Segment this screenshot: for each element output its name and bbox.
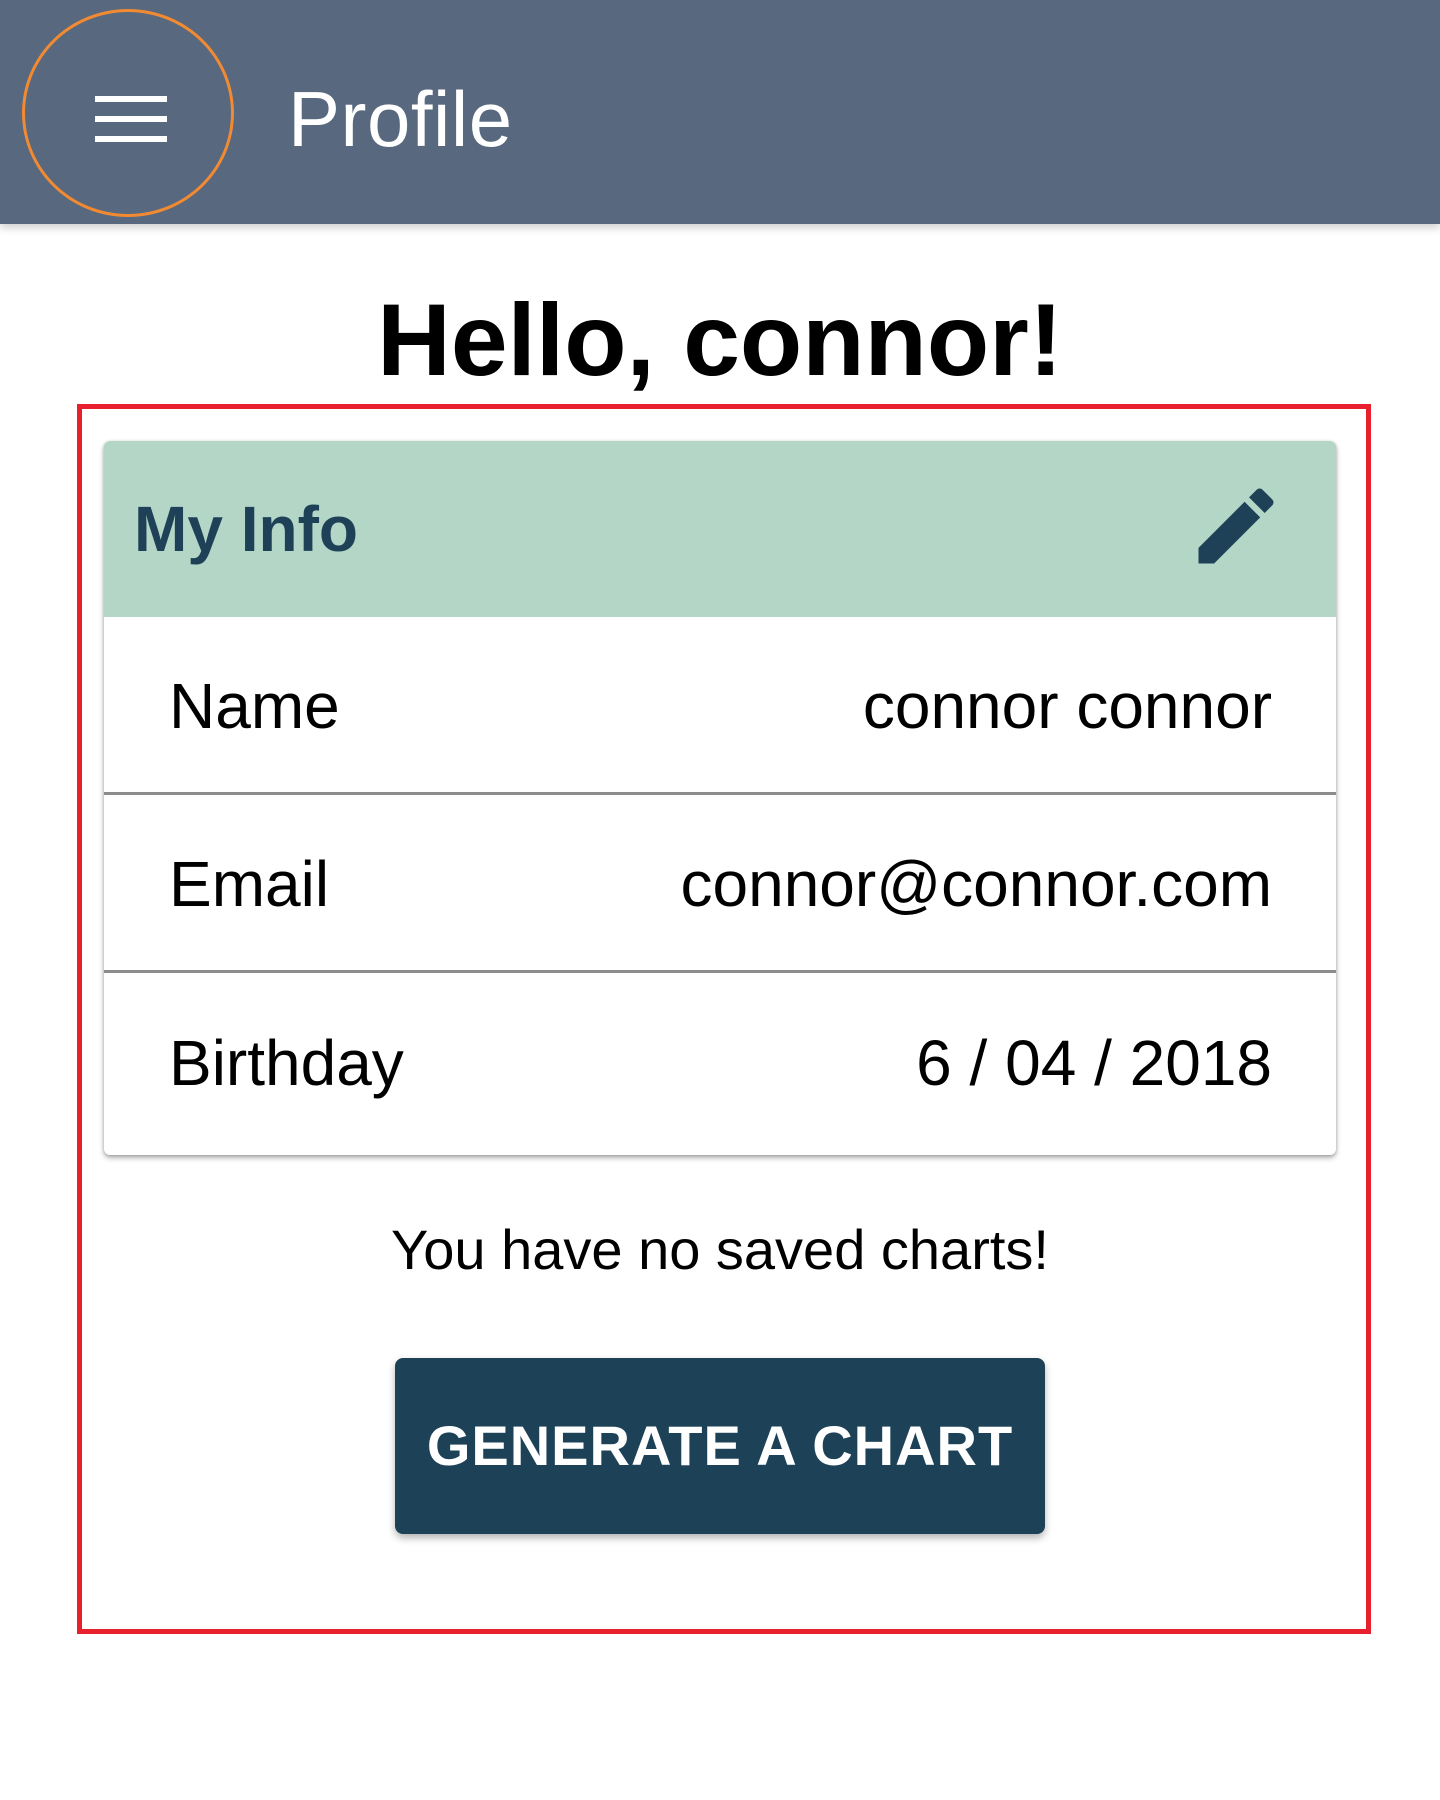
app-bar: Profile [0, 0, 1440, 224]
name-label: Name [169, 670, 340, 742]
greeting-heading: Hello, connor! [377, 283, 1063, 397]
info-row-name: Name connor connor [104, 617, 1336, 795]
card-title: My Info [134, 493, 358, 565]
app-title: Profile [288, 75, 513, 163]
card-header: My Info [104, 441, 1336, 617]
name-value: connor connor [862, 670, 1272, 742]
birthday-value: 6 / 04 / 2018 [916, 1027, 1272, 1099]
info-row-birthday: Birthday 6 / 04 / 2018 [104, 974, 1336, 1152]
info-row-email: Email connor@connor.com [104, 795, 1336, 973]
no-charts-message: You have no saved charts! [391, 1218, 1049, 1281]
menu-button[interactable] [22, 9, 234, 217]
email-value: connor@connor.com [680, 848, 1273, 920]
pencil-icon[interactable] [1186, 476, 1286, 576]
generate-chart-button[interactable]: GENERATE A CHART [395, 1358, 1045, 1534]
my-info-card: My Info Name connor connor Email connor@… [104, 441, 1336, 1155]
hamburger-menu-icon[interactable] [95, 92, 167, 142]
birthday-label: Birthday [169, 1027, 404, 1099]
edit-info-button[interactable] [1186, 476, 1286, 576]
email-label: Email [169, 848, 330, 920]
